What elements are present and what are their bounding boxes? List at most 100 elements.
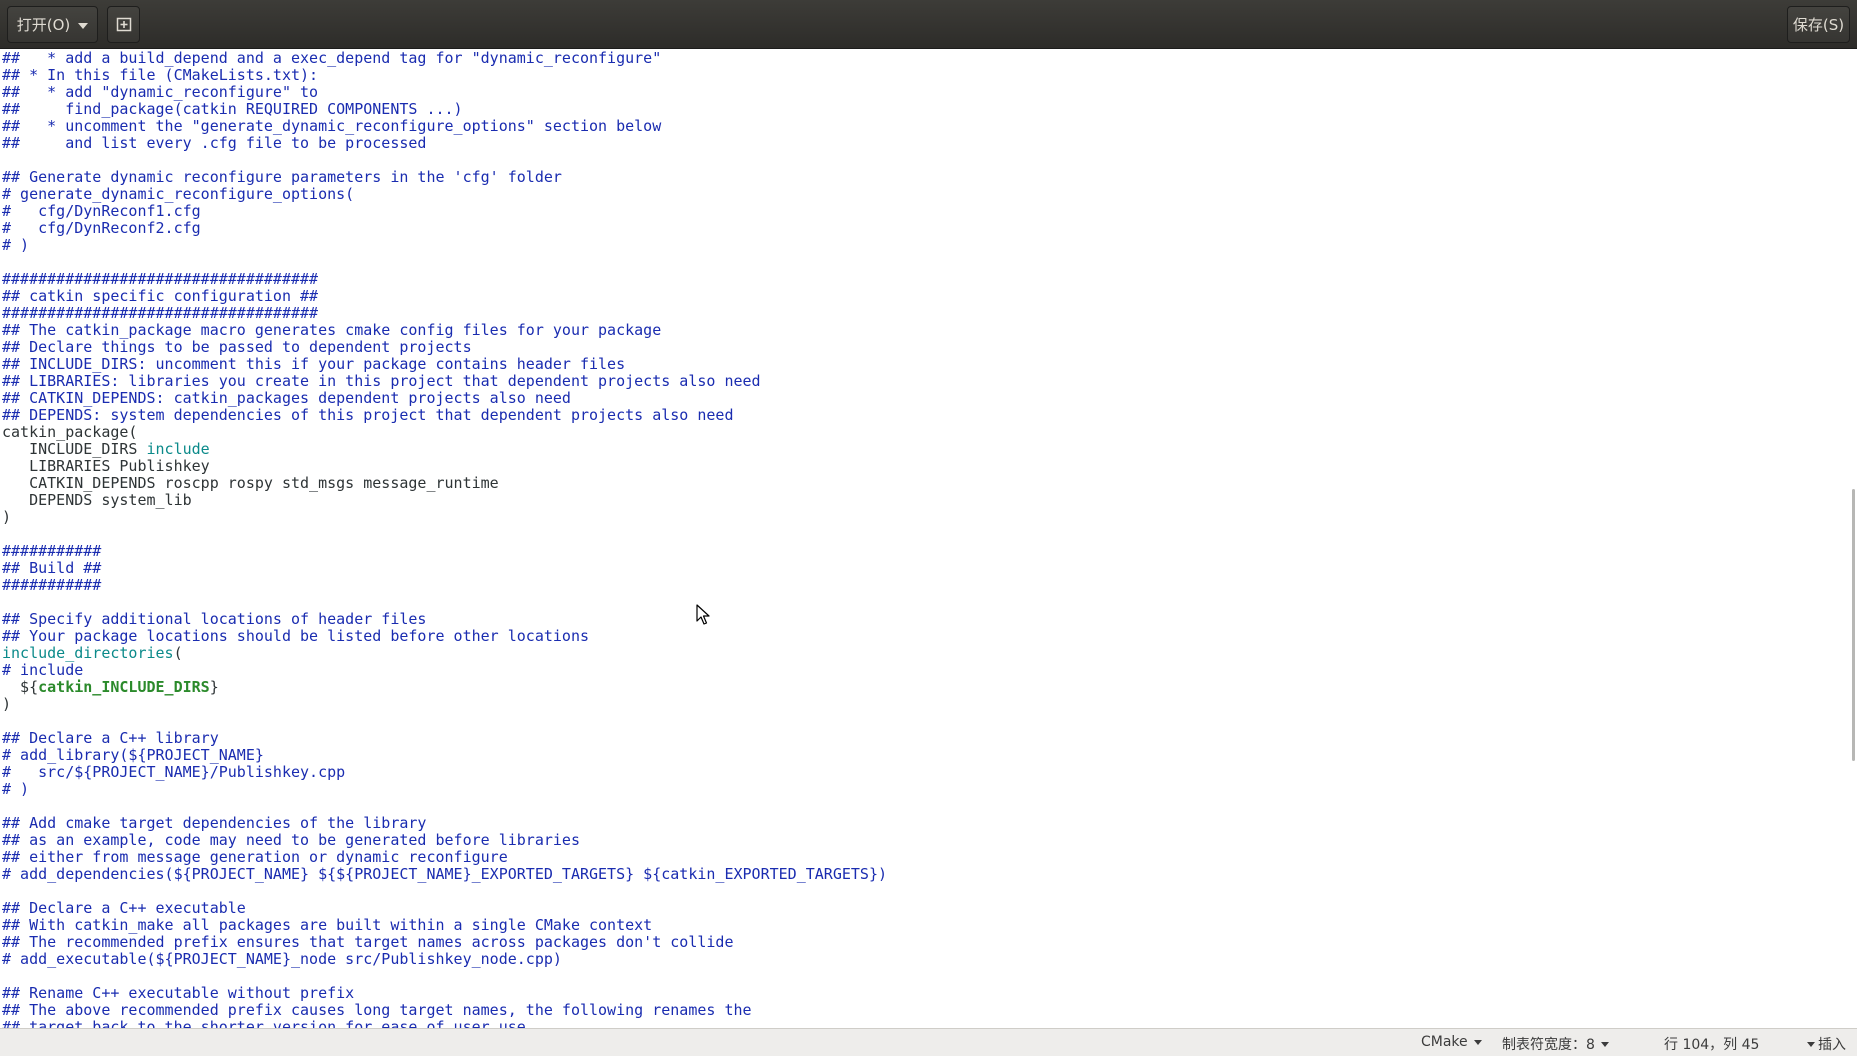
code-line: # add_library(${PROJECT_NAME} (2, 747, 887, 764)
code-token: ## Specify additional locations of heade… (2, 610, 427, 628)
code-token: # src/${PROJECT_NAME}/Publishkey.cpp (2, 763, 346, 781)
code-line: # generate_dynamic_reconfigure_options( (2, 186, 887, 203)
chevron-down-icon (1600, 1041, 1609, 1047)
code-token: ${ (2, 678, 39, 696)
code-line: ## DEPENDS: system dependencies of this … (2, 407, 887, 424)
code-line: ## * In this file (CMakeLists.txt): (2, 67, 887, 84)
code-token: ## Declare a C++ library (2, 729, 219, 747)
code-line: ## * add "dynamic_reconfigure" to (2, 84, 887, 101)
save-button[interactable]: 保存(S) (1787, 6, 1850, 43)
code-token: # add_library(${PROJECT_NAME} (2, 746, 264, 764)
code-line: ## With catkin_make all packages are bui… (2, 917, 887, 934)
code-token: ########### (2, 576, 102, 594)
code-line: CATKIN_DEPENDS roscpp rospy std_msgs mes… (2, 475, 887, 492)
code-line: # add_dependencies(${PROJECT_NAME} ${${P… (2, 866, 887, 883)
code-token: catkin_INCLUDE_DIRS (38, 678, 210, 696)
code-line: ## The recommended prefix ensures that t… (2, 934, 887, 951)
chevron-down-icon (1807, 1041, 1816, 1047)
status-bar: CMake 制表符宽度：8 行 104，列 45 插入 (0, 1028, 1857, 1056)
code-line: # ) (2, 781, 887, 798)
code-token: ## The catkin_package macro generates cm… (2, 321, 662, 339)
code-token: # add_dependencies(${PROJECT_NAME} ${${P… (2, 865, 888, 883)
code-token: # include (2, 661, 84, 679)
code-view[interactable]: ## * add a build_depend and a exec_depen… (2, 50, 887, 1029)
new-document-icon (116, 17, 131, 31)
code-token: ) (2, 695, 12, 713)
vertical-scrollbar[interactable] (1852, 489, 1855, 761)
chevron-down-icon (1473, 1039, 1482, 1045)
code-line: ########### (2, 577, 887, 594)
code-token: ## and list every .cfg file to be proces… (2, 134, 427, 152)
code-line: ################################### (2, 305, 887, 322)
code-token: ## LIBRARIES: libraries you create in th… (2, 372, 761, 390)
code-line: ## * uncomment the "generate_dynamic_rec… (2, 118, 887, 135)
code-line: include_directories( (2, 645, 887, 662)
chevron-down-icon (78, 22, 89, 29)
cursor-position-selector[interactable]: 行 104，列 45 (1664, 1034, 1816, 1054)
code-line: ## catkin specific configuration ## (2, 288, 887, 305)
code-token: LIBRARIES Publishkey (2, 457, 210, 475)
new-document-button[interactable] (107, 6, 140, 43)
code-line: ## Specify additional locations of heade… (2, 611, 887, 628)
code-token: ## Declare a C++ executable (2, 899, 246, 917)
code-token: ## DEPENDS: system dependencies of this … (2, 406, 734, 424)
code-line: ## as an example, code may need to be ge… (2, 832, 887, 849)
code-token: ## INCLUDE_DIRS: uncomment this if your … (2, 355, 626, 373)
code-line: ########### (2, 543, 887, 560)
tab-width-selector[interactable]: 制表符宽度：8 (1502, 1034, 1609, 1054)
code-token: DEPENDS system_lib (2, 491, 192, 509)
code-token: ## * In this file (CMakeLists.txt): (2, 66, 319, 84)
code-line: # cfg/DynReconf2.cfg (2, 220, 887, 237)
code-line: ) (2, 509, 887, 526)
code-line: ################################### (2, 271, 887, 288)
language-selector[interactable]: CMake (1421, 1034, 1482, 1050)
code-line: ## Declare things to be passed to depend… (2, 339, 887, 356)
code-token: catkin_package( (2, 423, 138, 441)
code-token: include (146, 440, 210, 458)
text-editor[interactable]: ## * add a build_depend and a exec_depen… (0, 49, 1857, 1028)
code-line: ## LIBRARIES: libraries you create in th… (2, 373, 887, 390)
code-token: ## target back to the shorter version fo… (2, 1018, 526, 1029)
open-button[interactable]: 打开(O) (7, 6, 98, 43)
code-line: # cfg/DynReconf1.cfg (2, 203, 887, 220)
code-line: INCLUDE_DIRS include (2, 441, 887, 458)
header-bar: 打开(O) 保存(S) (0, 0, 1857, 49)
mouse-pointer-icon (696, 604, 710, 625)
code-token: ## Declare things to be passed to depend… (2, 338, 472, 356)
save-button-label: 保存(S) (1792, 16, 1845, 34)
code-token: ## either from message generation or dyn… (2, 848, 508, 866)
code-line: ## INCLUDE_DIRS: uncomment this if your … (2, 356, 887, 373)
code-token: # generate_dynamic_reconfigure_options( (2, 185, 355, 203)
code-token: ################################### (2, 304, 319, 322)
open-button-label: 打开(O) (16, 16, 71, 34)
code-line: DEPENDS system_lib (2, 492, 887, 509)
code-line: ## Your package locations should be list… (2, 628, 887, 645)
code-line: catkin_package( (2, 424, 887, 441)
code-token: ## Rename C++ executable without prefix (2, 984, 355, 1002)
code-token: # cfg/DynReconf1.cfg (2, 202, 201, 220)
code-line: ## Rename C++ executable without prefix (2, 985, 887, 1002)
code-token: ################################### (2, 270, 319, 288)
code-token: ## CATKIN_DEPENDS: catkin_packages depen… (2, 389, 571, 407)
code-line: ${catkin_INCLUDE_DIRS} (2, 679, 887, 696)
language-label: CMake (1421, 1034, 1468, 1050)
code-token: ## catkin specific configuration ## (2, 287, 319, 305)
code-token: } (209, 678, 219, 696)
code-token: include_directories (2, 644, 174, 662)
code-line: ## Declare a C++ library (2, 730, 887, 747)
code-token: INCLUDE_DIRS (2, 440, 147, 458)
code-line: ## CATKIN_DEPENDS: catkin_packages depen… (2, 390, 887, 407)
code-token: ## Generate dynamic reconfigure paramete… (2, 168, 562, 186)
code-token: ## The recommended prefix ensures that t… (2, 933, 734, 951)
code-token: ## Add cmake target dependencies of the … (2, 814, 427, 832)
insert-mode-indicator[interactable]: 插入 (1818, 1034, 1846, 1054)
code-token: ## find_package(catkin REQUIRED COMPONEN… (2, 100, 463, 118)
code-line: ## Generate dynamic reconfigure paramete… (2, 169, 887, 186)
code-line: # src/${PROJECT_NAME}/Publishkey.cpp (2, 764, 887, 781)
